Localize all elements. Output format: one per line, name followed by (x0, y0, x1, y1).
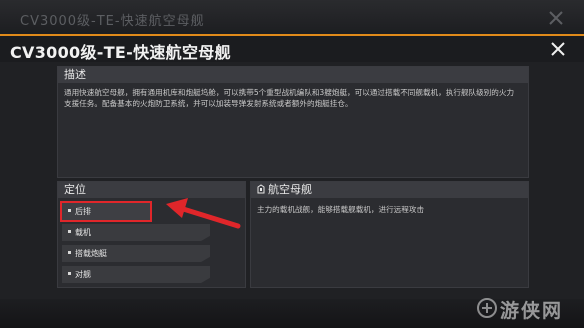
dialog-title: CV3000级-TE-快速航空母舰 (10, 43, 231, 62)
bullet-icon (68, 209, 71, 212)
role-item-anti-ship[interactable]: 对舰 (62, 266, 210, 283)
ship-icon (257, 184, 265, 194)
description-text: 通用快速航空母舰，拥有通用机库和炮艇坞舱，可以携带5个重型战机编队和3艘炮艇，可… (64, 88, 515, 108)
watermark-logo-icon (477, 298, 497, 318)
role-info-panel: 航空母舰 主力的载机战舰，能够搭载舰载机，进行远程攻击 (250, 181, 529, 288)
dialog-header: CV3000级-TE-快速航空母舰 (0, 36, 584, 62)
description-header: 描述 (58, 67, 528, 83)
role-info-text: 主力的载机战舰，能够搭载舰载机，进行远程攻击 (257, 205, 425, 214)
bullet-icon (68, 251, 71, 254)
ship-info-dialog: CV3000级-TE-快速航空母舰 描述 通用快速航空母舰，拥有通用机库和炮艇坞… (0, 34, 584, 301)
background-close-icon (549, 11, 563, 25)
bullet-icon (68, 272, 71, 275)
watermark-text: 游侠网 (500, 300, 564, 322)
background-window-strip: CV3000级-TE-快速航空母舰 (0, 0, 584, 36)
role-item-label: 后排 (75, 207, 91, 216)
role-item-label: 载机 (75, 228, 91, 237)
positioning-header: 定位 (58, 182, 245, 198)
role-item-rear[interactable]: 后排 (60, 201, 152, 222)
role-item-gunboat[interactable]: 搭载炮艇 (62, 245, 210, 262)
role-info-header: 航空母舰 (251, 182, 528, 198)
role-info-title: 航空母舰 (268, 183, 312, 196)
positioning-panel: 定位 后排 载机 搭载炮艇 对舰 (57, 181, 246, 288)
bullet-icon (68, 230, 71, 233)
background-window-title: CV3000级-TE-快速航空母舰 (20, 14, 205, 29)
role-item-carrier[interactable]: 载机 (62, 224, 210, 241)
description-panel: 描述 通用快速航空母舰，拥有通用机库和炮艇坞舱，可以携带5个重型战机编队和3艘炮… (57, 66, 529, 178)
role-item-label: 搭载炮艇 (75, 249, 107, 258)
role-item-label: 对舰 (75, 270, 91, 279)
close-icon[interactable] (549, 40, 567, 58)
